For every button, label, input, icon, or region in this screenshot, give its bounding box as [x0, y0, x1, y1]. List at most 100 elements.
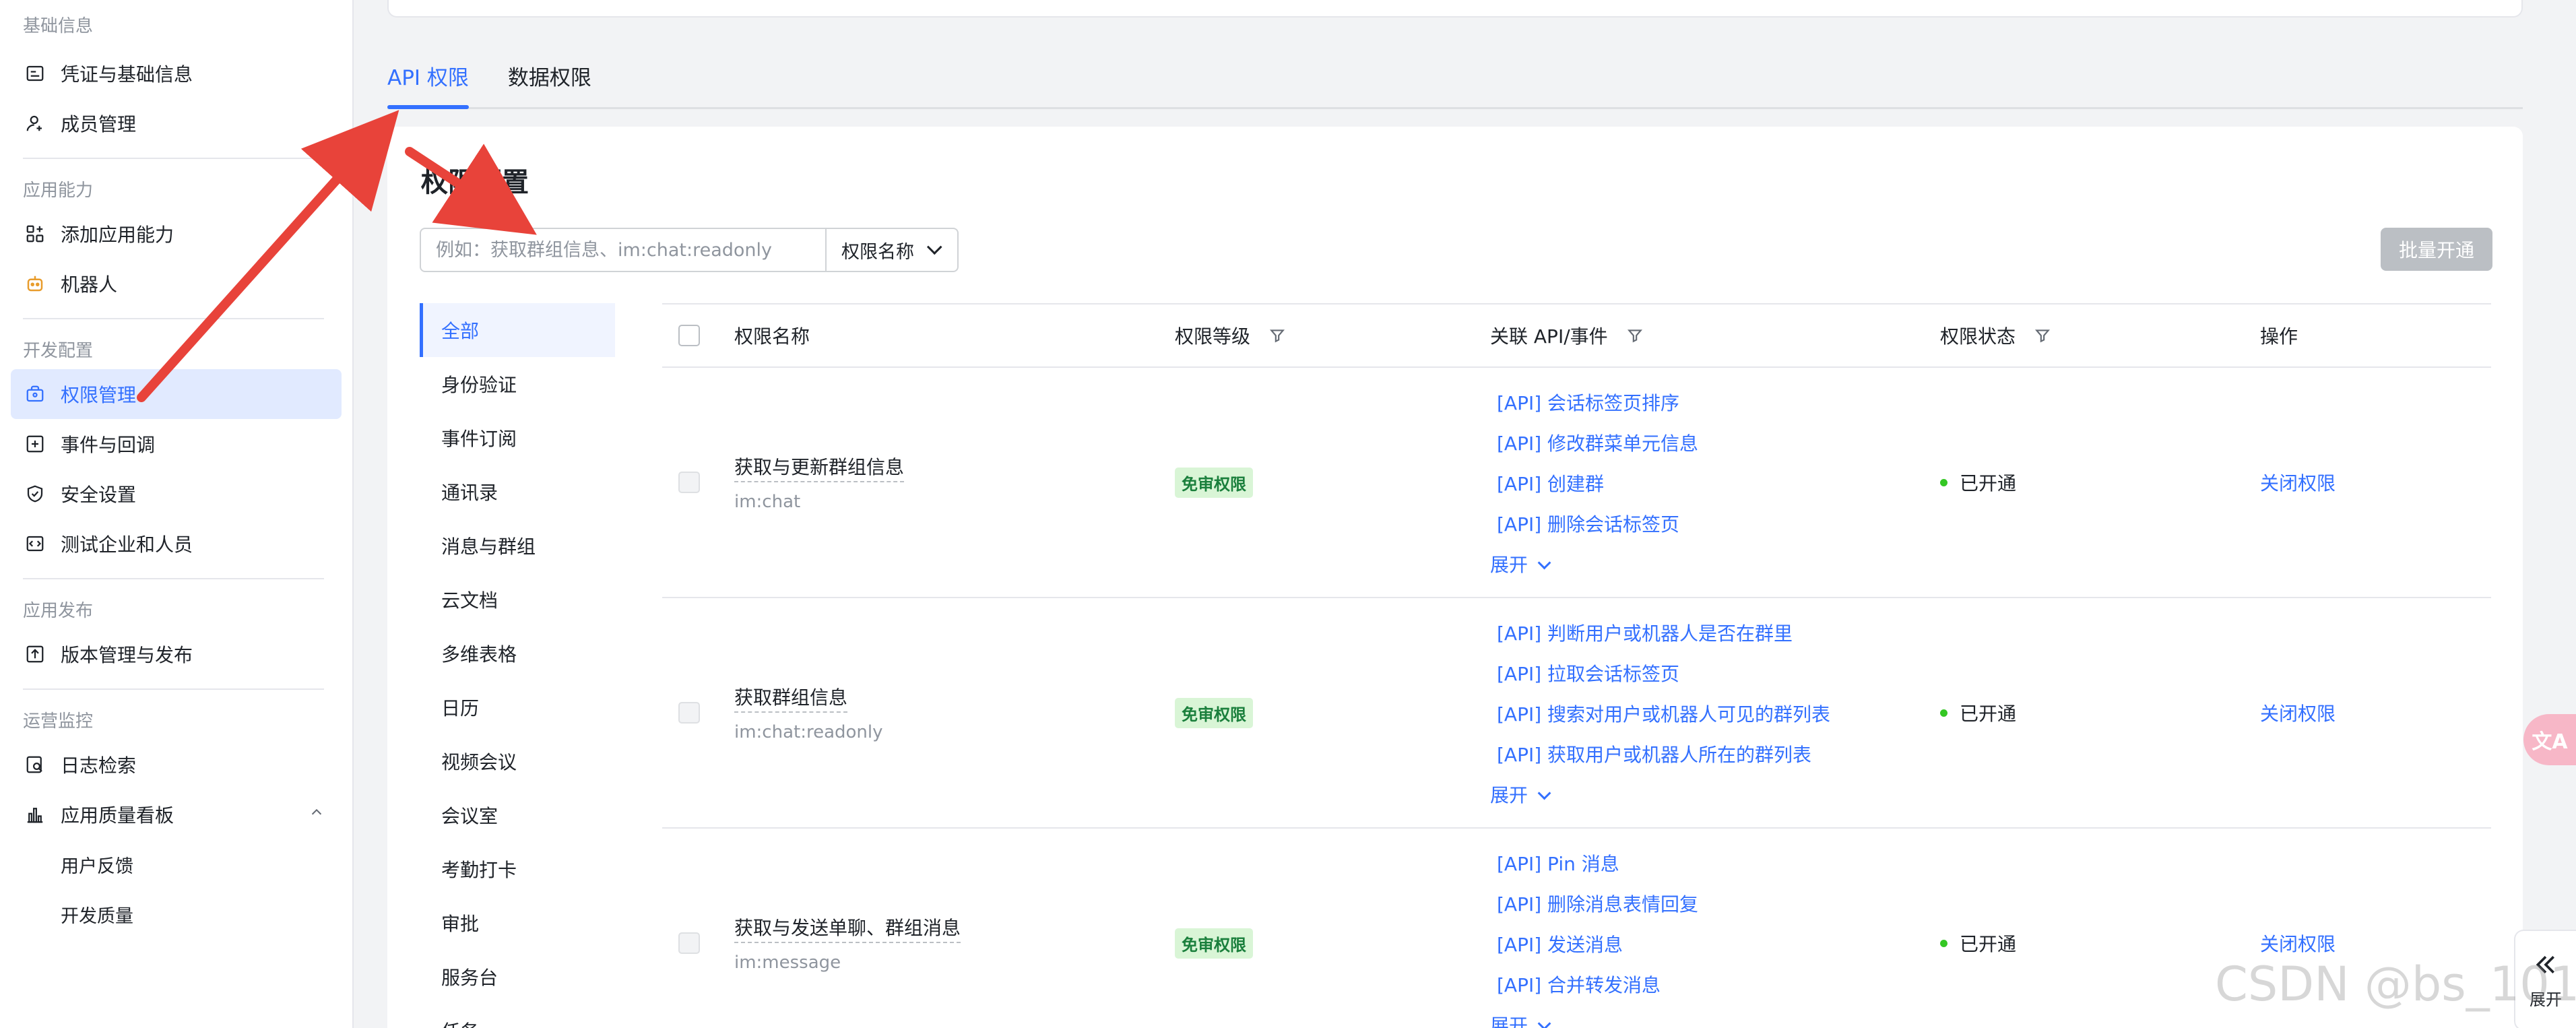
- category-item[interactable]: 多维表格: [420, 627, 615, 680]
- row-checkbox[interactable]: [678, 472, 700, 493]
- sidebar-item-credentials[interactable]: 凭证与基础信息: [11, 49, 342, 98]
- category-item[interactable]: 考勤打卡: [420, 842, 615, 896]
- tab-data-permissions[interactable]: 数据权限: [508, 61, 591, 107]
- credential-icon: [24, 63, 46, 84]
- category-item[interactable]: 全部: [420, 303, 615, 357]
- sidebar-item-label: 凭证与基础信息: [61, 63, 193, 86]
- api-link[interactable]: [API] 获取用户或机器人所在的群列表: [1490, 735, 1940, 775]
- sidebar-item-members[interactable]: 成员管理: [11, 98, 342, 148]
- api-link[interactable]: [API] Pin 消息: [1490, 844, 1940, 885]
- api-link[interactable]: [API] 搜索对用户或机器人可见的群列表: [1490, 695, 1940, 735]
- translate-icon[interactable]: 文A: [2523, 714, 2576, 765]
- header-name: 权限名称: [734, 325, 810, 348]
- tab-api-permissions[interactable]: API 权限: [387, 61, 469, 109]
- category-item[interactable]: 审批: [420, 896, 615, 950]
- permission-icon: [24, 383, 46, 405]
- sidebar-divider: [23, 688, 324, 690]
- api-link[interactable]: [API] 删除会话标签页: [1490, 505, 1940, 545]
- status-dot-icon: [1940, 709, 1947, 717]
- sidebar-subitem-dev-quality[interactable]: 开发质量: [11, 889, 342, 939]
- api-link[interactable]: [API] 发送消息: [1490, 925, 1940, 965]
- header-status: 权限状态: [1940, 322, 2260, 349]
- permission-scope: im:message: [734, 953, 841, 973]
- watermark: CSDN @bs_101: [2215, 957, 2576, 1012]
- api-link[interactable]: [API] 合并转发消息: [1490, 965, 1940, 1006]
- category-item[interactable]: 身份验证: [420, 357, 615, 411]
- category-item[interactable]: 消息与群组: [420, 519, 615, 573]
- sidebar-item-log-search[interactable]: 日志检索: [11, 740, 342, 790]
- chevron-down-icon: [1537, 556, 1551, 570]
- status-dot-icon: [1940, 939, 1947, 947]
- sidebar-item-label: 成员管理: [61, 113, 137, 135]
- permission-config-card: 权限配置 权限名称 批量开通 全部 身份验证 事件订阅 通讯录 消息与群组 云文…: [387, 127, 2523, 1028]
- level-badge: 免审权限: [1175, 467, 1253, 498]
- filter-icon[interactable]: [2034, 327, 2051, 349]
- table-header: 权限名称 权限等级 关联 API/事件 权限状态 操作: [662, 303, 2491, 368]
- event-icon: [24, 433, 46, 455]
- sidebar-item-quality-board[interactable]: 应用质量看板: [11, 790, 342, 839]
- sidebar-item-label: 权限管理: [61, 384, 137, 406]
- category-item[interactable]: 日历: [420, 680, 615, 734]
- api-link[interactable]: [API] 删除消息表情回复: [1490, 885, 1940, 925]
- sidebar-section-title: 应用能力: [23, 180, 94, 201]
- expand-button[interactable]: 展开: [1490, 1006, 1940, 1028]
- close-permission-link[interactable]: 关闭权限: [2260, 933, 2336, 955]
- sidebar-subitem-feedback[interactable]: 用户反馈: [11, 839, 342, 889]
- api-link[interactable]: [API] 创建群: [1490, 464, 1940, 505]
- batch-enable-button[interactable]: 批量开通: [2381, 228, 2492, 271]
- sidebar-divider: [23, 578, 324, 579]
- category-item[interactable]: 通讯录: [420, 465, 615, 519]
- sidebar-item-permissions[interactable]: 权限管理: [11, 369, 342, 419]
- status-dot-icon: [1940, 478, 1947, 486]
- header-op: 操作: [2260, 325, 2298, 348]
- status-text: 已开通: [1960, 933, 2017, 955]
- category-item[interactable]: 会议室: [420, 788, 615, 842]
- category-item[interactable]: 任务: [420, 1004, 615, 1028]
- header-api-label: 关联 API/事件: [1490, 325, 1608, 348]
- row-checkbox[interactable]: [678, 932, 700, 954]
- sidebar-item-events[interactable]: 事件与回调: [11, 419, 342, 469]
- chevron-down-icon: [1537, 1017, 1551, 1028]
- expand-button[interactable]: 展开: [1490, 775, 1940, 816]
- bar-chart-icon: [24, 804, 46, 825]
- category-item[interactable]: 事件订阅: [420, 411, 615, 465]
- permission-scope: im:chat:readonly: [734, 722, 883, 742]
- close-permission-link[interactable]: 关闭权限: [2260, 703, 2336, 725]
- sidebar-section-title: 运营监控: [23, 711, 94, 732]
- sidebar-section-title: 开发配置: [23, 340, 94, 361]
- sidebar-section-title: 基础信息: [23, 15, 94, 36]
- chevron-up-icon[interactable]: [309, 804, 324, 825]
- category-item[interactable]: 视频会议: [420, 734, 615, 788]
- category-item[interactable]: 云文档: [420, 573, 615, 627]
- sidebar-item-test-org[interactable]: 测试企业和人员: [11, 519, 342, 569]
- api-link[interactable]: [API] 会话标签页排序: [1490, 383, 1940, 424]
- row-checkbox[interactable]: [678, 702, 700, 724]
- category-item[interactable]: 服务台: [420, 950, 615, 1004]
- sidebar-item-add-capability[interactable]: 添加应用能力: [11, 209, 342, 259]
- api-link[interactable]: [API] 修改群菜单元信息: [1490, 424, 1940, 464]
- permission-name: 获取群组信息: [734, 683, 848, 713]
- robot-icon: [24, 273, 46, 294]
- sidebar-item-label: 事件与回调: [61, 434, 156, 456]
- api-link[interactable]: [API] 拉取会话标签页: [1490, 654, 1940, 695]
- header-status-label: 权限状态: [1940, 325, 2016, 348]
- permission-name: 获取与更新群组信息: [734, 453, 905, 482]
- filter-icon[interactable]: [1268, 327, 1286, 349]
- sidebar-item-label: 版本管理与发布: [61, 644, 193, 666]
- header-level: 权限等级: [1175, 322, 1490, 349]
- select-all-checkbox[interactable]: [678, 325, 700, 346]
- search-input[interactable]: [421, 229, 825, 271]
- sidebar-item-security[interactable]: 安全设置: [11, 469, 342, 519]
- log-search-icon: [24, 754, 46, 775]
- sidebar-item-release[interactable]: 版本管理与发布: [11, 629, 342, 679]
- sidebar-item-robot[interactable]: 机器人: [11, 259, 342, 309]
- chevron-down-icon: [1537, 786, 1551, 800]
- close-permission-link[interactable]: 关闭权限: [2260, 472, 2336, 494]
- level-badge: 免审权限: [1175, 928, 1253, 959]
- search-field-select[interactable]: 权限名称: [825, 229, 957, 271]
- api-link[interactable]: [API] 判断用户或机器人是否在群里: [1490, 614, 1940, 654]
- status-text: 已开通: [1960, 703, 2017, 725]
- expand-button[interactable]: 展开: [1490, 545, 1940, 585]
- filter-icon[interactable]: [1626, 327, 1644, 349]
- category-list: 全部 身份验证 事件订阅 通讯录 消息与群组 云文档 多维表格 日历 视频会议 …: [420, 303, 615, 1028]
